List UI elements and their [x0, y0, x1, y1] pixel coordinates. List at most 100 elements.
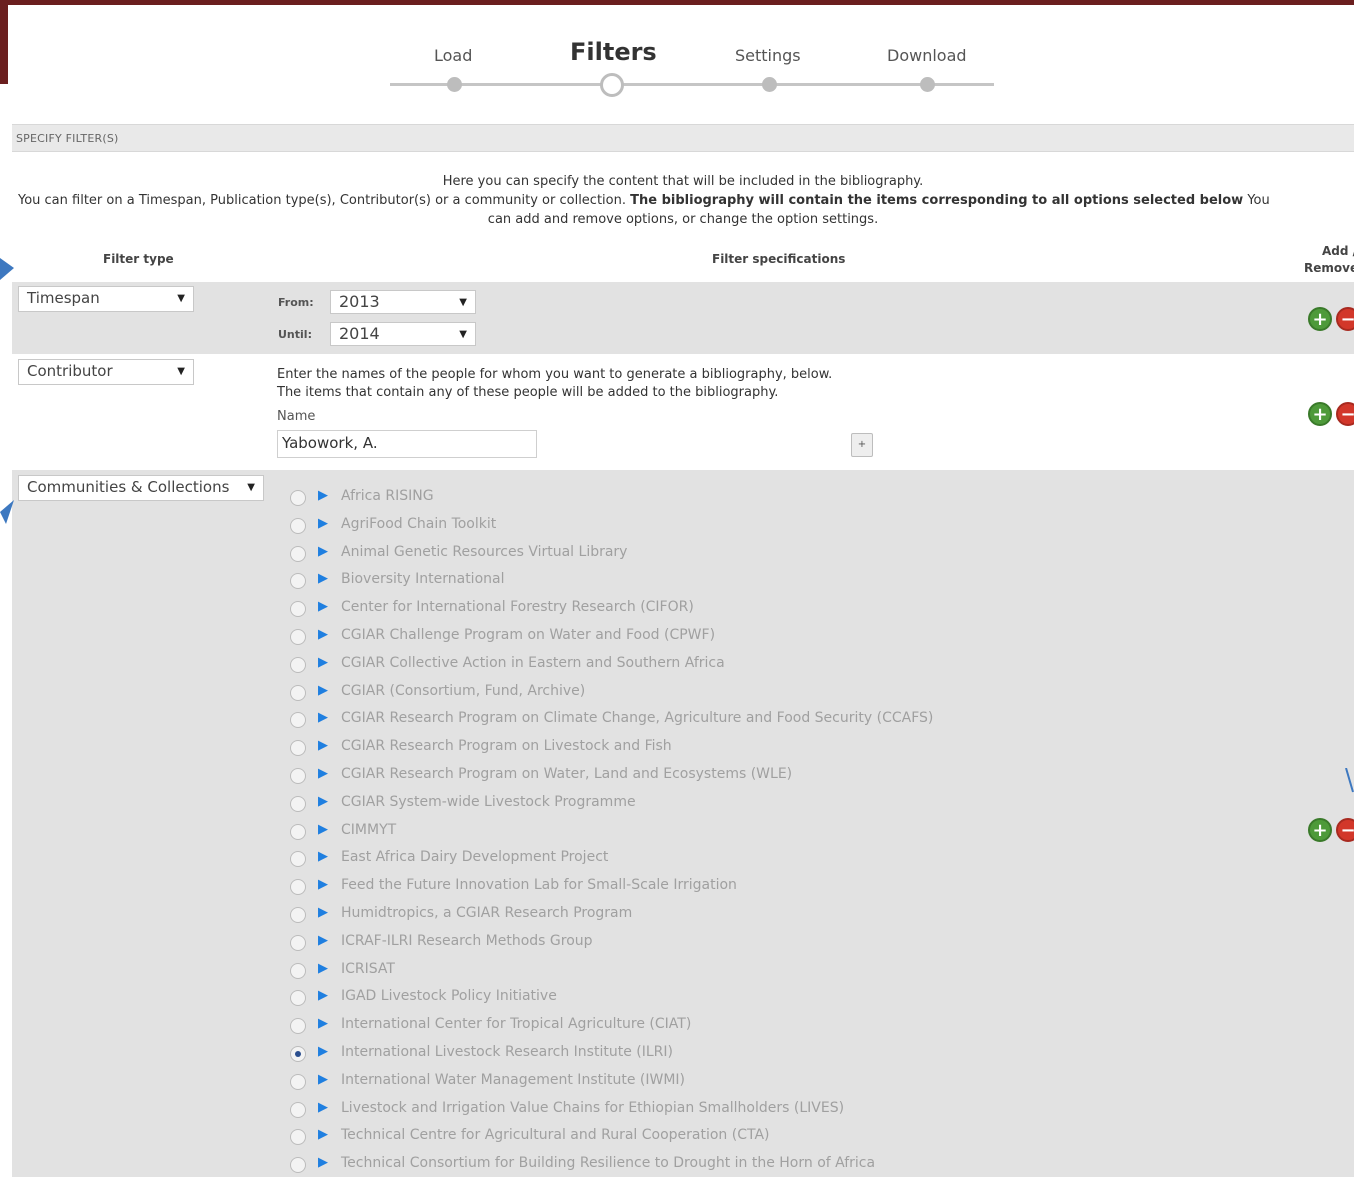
community-item[interactable]: ▶ CGIAR Research Program on Livestock and…: [290, 736, 1190, 764]
community-item[interactable]: ▶ International Livestock Research Instit…: [290, 1042, 1190, 1070]
community-item[interactable]: ▶ International Water Management Institut…: [290, 1070, 1190, 1098]
community-item[interactable]: ▶ ICRAF-ILRI Research Methods Group: [290, 931, 1190, 959]
triangle-right-icon[interactable]: ▶: [318, 599, 328, 614]
step-filters-dot[interactable]: [600, 73, 624, 97]
triangle-right-icon[interactable]: ▶: [318, 710, 328, 725]
panel-header: SPECIFY FILTER(S): [12, 124, 1354, 152]
community-item[interactable]: ▶ Livestock and Irrigation Value Chains f…: [290, 1098, 1190, 1126]
filter-type-select-communities[interactable]: Communities & Collections ▼: [18, 475, 264, 501]
community-item[interactable]: ▶ Africa RISING: [290, 486, 1190, 514]
community-radio[interactable]: [290, 712, 306, 729]
step-download[interactable]: Download: [887, 46, 967, 65]
from-year-value: 2013: [339, 292, 380, 311]
triangle-right-icon[interactable]: ▶: [318, 1100, 328, 1115]
community-item[interactable]: ▶ CGIAR Challenge Program on Water and Fo…: [290, 625, 1190, 653]
step-settings[interactable]: Settings: [735, 46, 801, 65]
plus-circle-icon[interactable]: +: [1308, 818, 1332, 842]
community-radio[interactable]: [290, 767, 306, 784]
community-radio[interactable]: [290, 740, 306, 757]
community-label: ICRAF-ILRI Research Methods Group: [341, 932, 593, 949]
community-radio[interactable]: [290, 490, 306, 506]
community-item[interactable]: ▶ AgriFood Chain Toolkit: [290, 514, 1190, 542]
community-radio[interactable]: [290, 962, 306, 979]
step-filters[interactable]: Filters: [570, 38, 657, 66]
community-item[interactable]: ▶ CGIAR Collective Action in Eastern and …: [290, 653, 1190, 681]
triangle-right-icon[interactable]: ▶: [318, 1155, 328, 1170]
contributor-name-input[interactable]: Yabowork, A.: [277, 430, 537, 458]
community-radio[interactable]: [290, 906, 306, 923]
triangle-right-icon[interactable]: ▶: [318, 1016, 328, 1031]
community-radio[interactable]: [290, 823, 306, 840]
community-item[interactable]: ▶ CGIAR (Consortium, Fund, Archive): [290, 681, 1190, 709]
filter-type-select-contributor[interactable]: Contributor ▼: [18, 359, 194, 385]
community-radio[interactable]: [290, 684, 306, 701]
community-item[interactable]: ▶ CGIAR System-wide Livestock Programme: [290, 792, 1190, 820]
plus-circle-icon[interactable]: +: [1308, 307, 1332, 331]
community-item[interactable]: ▶ CIMMYT: [290, 820, 1190, 848]
community-item[interactable]: ▶ Humidtropics, a CGIAR Research Program: [290, 903, 1190, 931]
community-item[interactable]: ▶ CGIAR Research Program on Water, Land a…: [290, 764, 1190, 792]
triangle-right-icon[interactable]: ▶: [318, 544, 328, 559]
community-radio[interactable]: [290, 573, 306, 590]
community-item[interactable]: ▶ Technical Centre for Agricultural and R…: [290, 1125, 1190, 1153]
add-name-button[interactable]: +: [851, 433, 873, 457]
community-item[interactable]: ▶ Feed the Future Innovation Lab for Smal…: [290, 875, 1190, 903]
community-item[interactable]: ▶ ICRISAT: [290, 959, 1190, 987]
step-download-dot[interactable]: [920, 77, 935, 92]
community-item[interactable]: ▶ International Center for Tropical Agric…: [290, 1014, 1190, 1042]
triangle-right-icon[interactable]: ▶: [318, 849, 328, 864]
triangle-right-icon[interactable]: ▶: [318, 1044, 328, 1059]
community-item[interactable]: ▶ East Africa Dairy Development Project: [290, 847, 1190, 875]
triangle-right-icon[interactable]: ▶: [318, 933, 328, 948]
community-radio[interactable]: [290, 1045, 306, 1062]
triangle-right-icon[interactable]: ▶: [318, 627, 328, 642]
triangle-right-icon[interactable]: ▶: [318, 571, 328, 586]
triangle-right-icon[interactable]: ▶: [318, 988, 328, 1003]
community-radio[interactable]: [290, 517, 306, 534]
community-radio[interactable]: [290, 879, 306, 896]
community-radio[interactable]: [290, 1101, 306, 1118]
community-radio[interactable]: [290, 1129, 306, 1146]
community-radio[interactable]: [290, 1157, 306, 1174]
community-radio[interactable]: [290, 990, 306, 1007]
minus-circle-icon[interactable]: −: [1336, 307, 1354, 331]
community-radio[interactable]: [290, 601, 306, 618]
triangle-right-icon[interactable]: ▶: [318, 488, 328, 503]
triangle-right-icon[interactable]: ▶: [318, 766, 328, 781]
community-label: AgriFood Chain Toolkit: [341, 515, 497, 532]
triangle-right-icon[interactable]: ▶: [318, 738, 328, 753]
community-radio[interactable]: [290, 851, 306, 868]
triangle-right-icon[interactable]: ▶: [318, 961, 328, 976]
minus-circle-icon[interactable]: −: [1336, 402, 1354, 426]
until-year-value: 2014: [339, 324, 380, 343]
until-year-select[interactable]: 2014 ▼: [330, 322, 476, 346]
community-radio[interactable]: [290, 934, 306, 951]
community-radio[interactable]: [290, 628, 306, 645]
community-item[interactable]: ▶ IGAD Livestock Policy Initiative: [290, 986, 1190, 1014]
triangle-right-icon[interactable]: ▶: [318, 516, 328, 531]
community-item[interactable]: ▶ CGIAR Research Program on Climate Chang…: [290, 708, 1190, 736]
step-settings-dot[interactable]: [762, 77, 777, 92]
plus-circle-icon[interactable]: +: [1308, 402, 1332, 426]
step-load-dot[interactable]: [447, 77, 462, 92]
community-radio[interactable]: [290, 656, 306, 673]
minus-circle-icon[interactable]: −: [1336, 818, 1354, 842]
community-radio[interactable]: [290, 795, 306, 812]
triangle-right-icon[interactable]: ▶: [318, 822, 328, 837]
triangle-right-icon[interactable]: ▶: [318, 655, 328, 670]
triangle-right-icon[interactable]: ▶: [318, 683, 328, 698]
community-item[interactable]: ▶ Animal Genetic Resources Virtual Librar…: [290, 542, 1190, 570]
filter-type-select-timespan[interactable]: Timespan ▼: [18, 286, 194, 312]
triangle-right-icon[interactable]: ▶: [318, 905, 328, 920]
step-load[interactable]: Load: [434, 46, 472, 65]
triangle-right-icon[interactable]: ▶: [318, 877, 328, 892]
triangle-right-icon[interactable]: ▶: [318, 1072, 328, 1087]
triangle-right-icon[interactable]: ▶: [318, 1127, 328, 1142]
community-item[interactable]: ▶ Center for International Forestry Resea…: [290, 597, 1190, 625]
community-radio[interactable]: [290, 1018, 306, 1035]
triangle-right-icon[interactable]: ▶: [318, 794, 328, 809]
community-radio[interactable]: [290, 1073, 306, 1090]
community-item[interactable]: ▶ Bioversity International: [290, 569, 1190, 597]
from-year-select[interactable]: 2013 ▼: [330, 290, 476, 314]
community-radio[interactable]: [290, 545, 306, 562]
